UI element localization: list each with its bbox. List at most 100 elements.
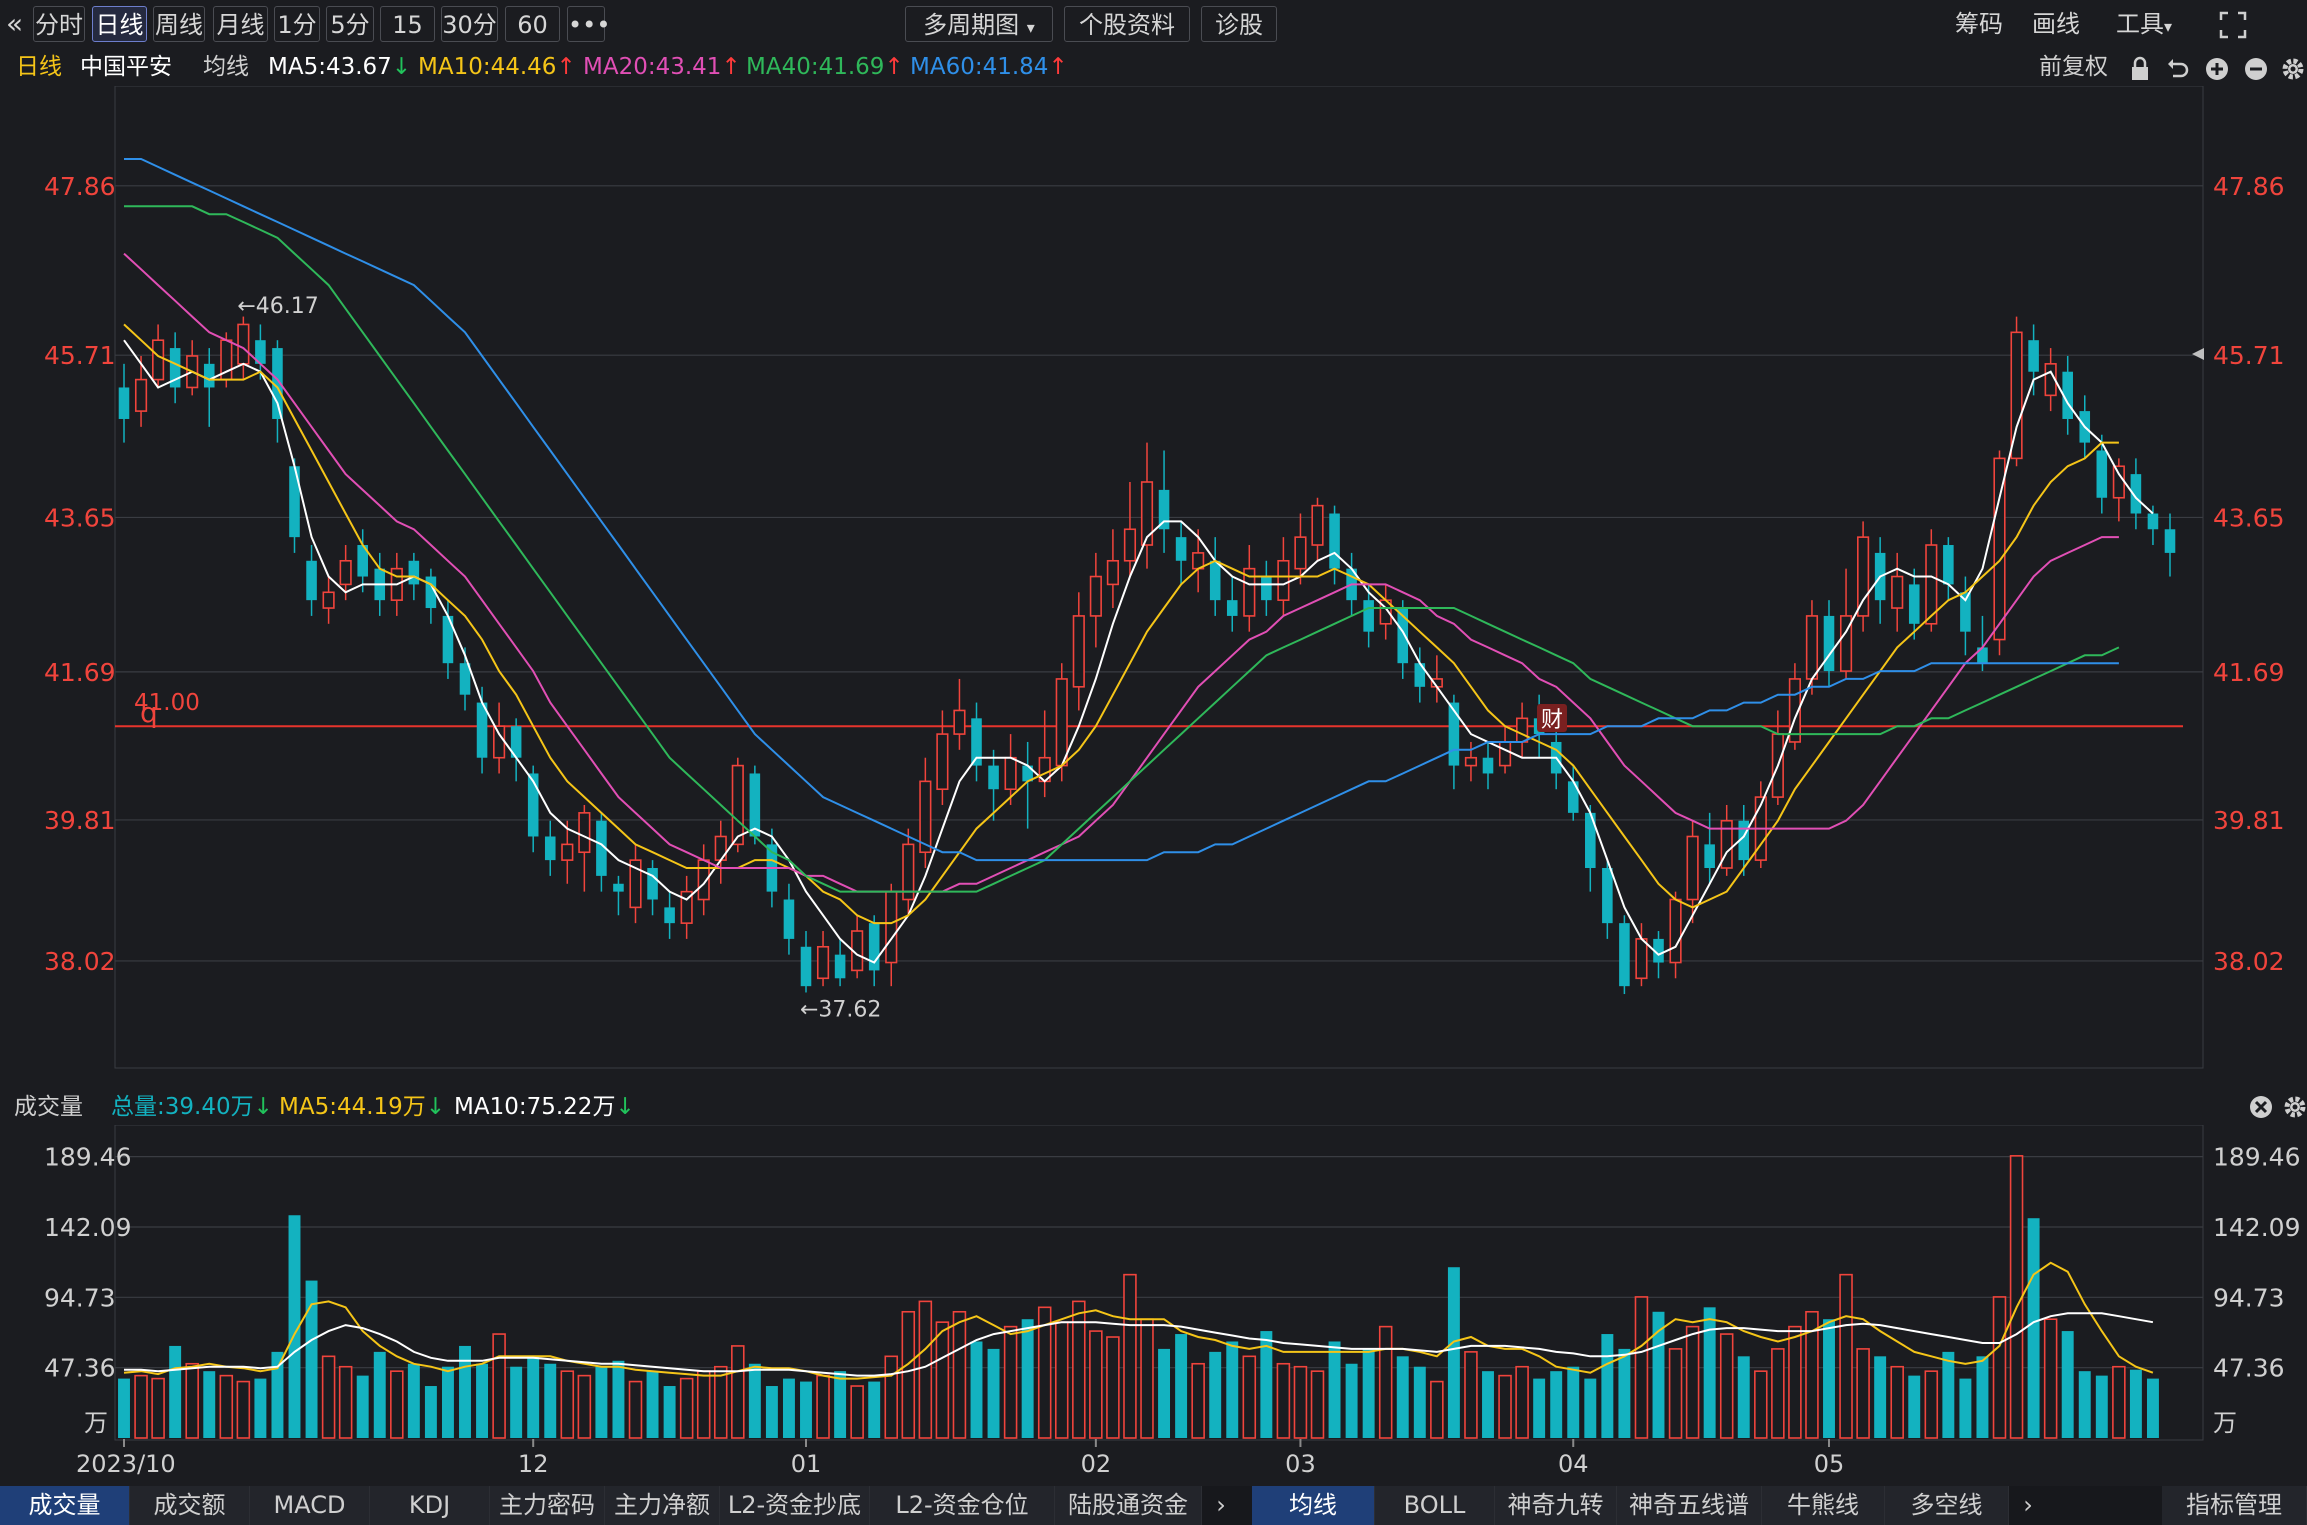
period-button-7[interactable]: 30分 [441,6,498,42]
candle-body [613,883,624,892]
close-icon[interactable] [2248,1094,2274,1120]
diagnose-button[interactable]: 诊股 [1201,6,1277,42]
volume-bar [1942,1351,1955,1438]
indicator-tab-0[interactable]: 成交量 [0,1486,130,1525]
volume-bar [1106,1336,1120,1439]
candle-body [2096,450,2108,498]
ma-line-ma10 [123,323,2119,925]
volume-ma5: MA5:44.19万↓ [279,1092,445,1122]
period-button-9[interactable]: ••• [567,6,610,42]
y-tick-left: 45.71 [44,341,116,370]
volume-bar [696,1370,711,1439]
indicator-tab-7[interactable]: L2-资金仓位 [870,1486,1055,1525]
period-button-2[interactable]: 周线 [153,6,205,42]
tabs-left-scroll-button[interactable]: › [1202,1486,1240,1525]
lock-icon[interactable] [2128,56,2152,82]
overlay-tab-5[interactable]: 多空线 [1885,1486,2009,1525]
indicator-tab-5[interactable]: 主力净额 [605,1486,720,1525]
indicator-tab-1[interactable]: 成交额 [130,1486,250,1525]
multi-period-button[interactable]: 多周期图 ▾ [905,6,1053,42]
overlay-tab-3[interactable]: 神奇五线谱 [1617,1486,1762,1525]
period-button-4[interactable]: 1分 [274,6,320,42]
overlay-tab-4[interactable]: 牛熊线 [1762,1486,1885,1525]
volume-bar [407,1363,420,1438]
volume-bar [1754,1370,1768,1439]
volume-bar [1823,1319,1835,1438]
y-tick-left: 38.02 [44,947,116,976]
overlay-tab-2[interactable]: 神奇九转 [1495,1486,1617,1525]
volume-bar [1959,1378,1972,1438]
current-price-pointer-icon [2192,348,2204,360]
indicator-manage-button[interactable]: 指标管理 [2162,1486,2307,1525]
adjust-mode[interactable]: 前复权 [2039,52,2108,82]
candle-body [1619,923,1630,987]
ma-value-text: MA20:43.41 [583,54,722,80]
volume-bar [731,1345,745,1439]
volume-bar [868,1381,881,1438]
tools-button[interactable]: 工具▾ [2116,6,2172,42]
indicator-tab-4[interactable]: 主力密码 [490,1486,605,1525]
volume-bar [424,1386,437,1438]
volume-bar [1242,1355,1257,1439]
volume-bar [373,1351,386,1438]
volume-bar [544,1363,557,1438]
volume-bar [1362,1348,1375,1438]
period-button-6[interactable]: 15分 [380,6,435,75]
volume-bar [134,1374,148,1439]
zoom-out-icon[interactable] [2243,56,2269,82]
overlay-tab-1[interactable]: BOLL [1375,1486,1495,1525]
volume-settings-icon[interactable] [2282,1094,2307,1120]
stock-profile-button[interactable]: 个股资料 [1064,6,1190,42]
settings-icon[interactable] [2280,56,2306,82]
period-button-5[interactable]: 5分 [326,6,374,42]
volume-bar [1771,1348,1785,1439]
candle-body [1891,575,1904,609]
volume-bar [1618,1348,1631,1438]
draw-line-button[interactable]: 画线 [2032,6,2080,42]
volume-bar [2078,1371,2091,1438]
volume-y-tick-left: 94.73 [44,1283,116,1312]
volume-bar [1378,1325,1393,1439]
expand-icon[interactable] [2218,10,2248,40]
volume-bar [118,1378,130,1438]
price-chart[interactable]: 47.86 47.86 45.71 45.71 43.65 43.65 41.69 41.69… [0,86,2307,1089]
candle-body [493,725,506,759]
indicator-tab-3[interactable]: KDJ [370,1486,490,1525]
period-button-8[interactable]: 60分 [505,6,560,75]
indicator-tab-8[interactable]: 陆股通资金 [1055,1486,1202,1525]
indicator-tab-6[interactable]: L2-资金抄底 [720,1486,870,1525]
volume-bar [390,1370,404,1439]
volume-bar [1515,1365,1529,1439]
ma-label[interactable]: 均线 [203,52,249,82]
undo-icon[interactable] [2165,56,2191,82]
candle-body [1805,615,1819,680]
volume-bar [1140,1318,1154,1439]
volume-bar [441,1366,454,1438]
volume-chart[interactable]: 189.46 189.46 142.09 142.09 94.73 94.73 47.36 4… [0,1125,2307,1486]
volume-bar [1584,1378,1597,1438]
volume-bar [1839,1273,1853,1439]
candle-body [134,378,148,412]
chips-button[interactable]: 筹码 [1955,6,2003,42]
candle-body [936,733,949,791]
period-button-1[interactable]: 日线 [92,6,147,42]
candle-body [1704,844,1715,868]
volume-y-tick-right: 142.09 [2213,1213,2300,1242]
volume-bar [782,1378,795,1438]
candle-body [306,560,317,601]
zoom-in-icon[interactable] [2204,56,2230,82]
period-button-3[interactable]: 月线 [213,6,268,42]
tabs-right-scroll-button[interactable]: › [2009,1486,2047,1525]
volume-bar [2043,1318,2058,1439]
period-button-0[interactable]: 分时 [33,6,85,42]
back-icon[interactable]: « [6,6,23,42]
trend-arrow-icon: ↑ [1048,54,1068,80]
candle-body [1055,678,1068,767]
candle-body [1140,481,1154,546]
overlay-tab-0[interactable]: 均线 [1252,1486,1375,1525]
volume-bar [1634,1296,1649,1439]
indicator-tab-2[interactable]: MACD [250,1486,370,1525]
volume-legend-bar: 成交量 总量:39.40万↓ MA5:44.19万↓ MA10:75.22万↓ [0,1089,2307,1125]
multi-period-label: 多周期图 [923,11,1020,39]
volume-bar [1175,1334,1188,1438]
